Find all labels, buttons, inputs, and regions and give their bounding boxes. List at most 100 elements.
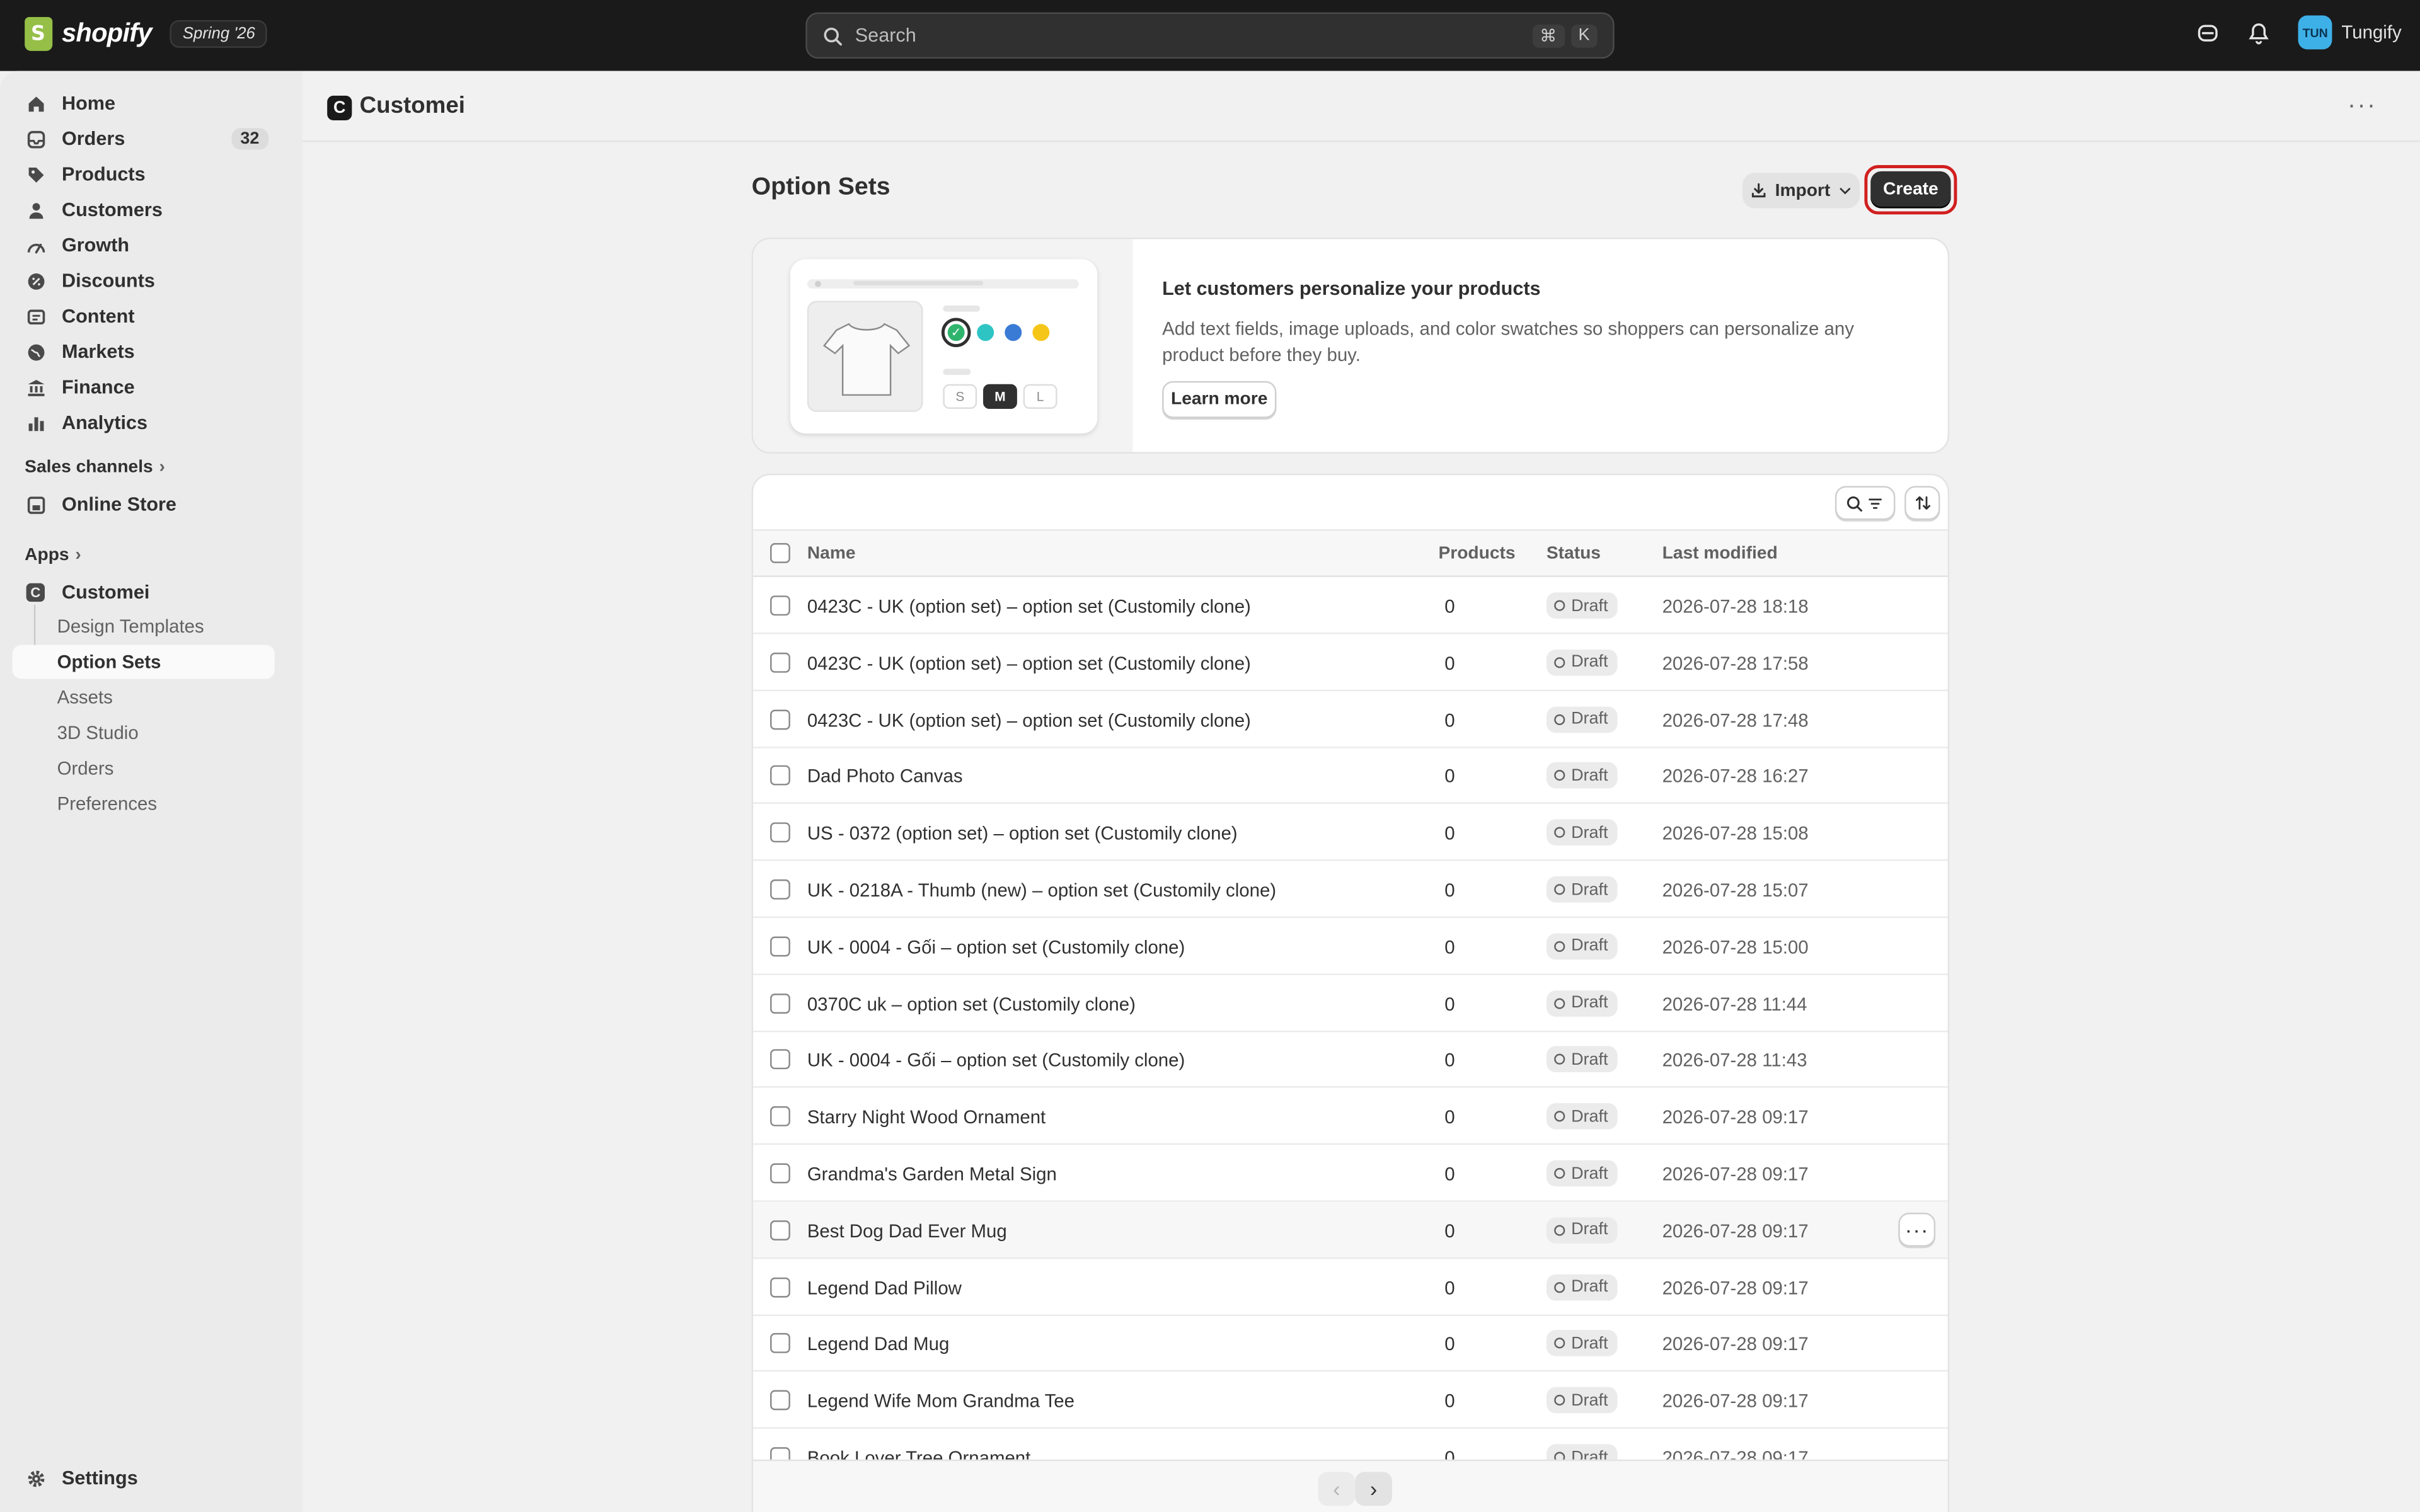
table-row[interactable]: 0423C - UK (option set) – option set (Cu…: [753, 690, 1948, 748]
row-checkbox[interactable]: [770, 879, 790, 900]
sidebar-item-customers[interactable]: Customers: [13, 193, 275, 227]
sidebar-subitem-orders[interactable]: Orders: [13, 752, 275, 786]
last-modified: 2026-07-28 09:17: [1662, 1333, 1809, 1356]
status-label: Draft: [1571, 994, 1608, 1012]
sidebar-item-home[interactable]: Home: [13, 86, 275, 120]
shopify-logo[interactable]: shopify Spring '26: [25, 16, 268, 51]
sidebar-item-label: Growth: [61, 234, 130, 256]
search-filter-button[interactable]: [1835, 486, 1896, 520]
select-all-checkbox[interactable]: [770, 543, 790, 563]
option-set-name[interactable]: Legend Dad Mug: [807, 1334, 949, 1355]
search-input[interactable]: Search ⌘ K: [805, 12, 1615, 59]
row-checkbox[interactable]: [770, 1333, 790, 1354]
option-set-name[interactable]: Best Dog Dad Ever Mug: [807, 1220, 1007, 1242]
sidebar-item-discounts[interactable]: Discounts: [13, 264, 275, 298]
sidebar-item-markets[interactable]: Markets: [13, 335, 275, 369]
row-checkbox[interactable]: [770, 1390, 790, 1411]
sidebar-subitem-option-sets[interactable]: Option Sets: [12, 644, 275, 679]
previous-page-button[interactable]: ‹: [1318, 1472, 1356, 1506]
more-actions-icon[interactable]: ···: [2348, 93, 2377, 120]
table-row[interactable]: UK - 0218A - Thumb (new) – option set (C…: [753, 861, 1948, 919]
size-option-l[interactable]: L: [1023, 384, 1057, 409]
sidebar-item-orders[interactable]: Orders 32: [13, 122, 275, 156]
row-checkbox[interactable]: [770, 822, 790, 843]
swatch-teal[interactable]: [977, 324, 994, 341]
table-row[interactable]: 0423C - UK (option set) – option set (Cu…: [753, 577, 1948, 634]
sales-channels-header[interactable]: Sales channels ›: [25, 458, 165, 476]
row-checkbox[interactable]: [770, 936, 790, 956]
sidebar-item-label: Content: [61, 305, 135, 328]
option-set-name[interactable]: Dad Photo Canvas: [807, 766, 963, 788]
table-row[interactable]: Grandma's Garden Metal Sign 0 Draft 2026-07…: [753, 1145, 1948, 1202]
row-checkbox[interactable]: [770, 1106, 790, 1127]
size-option-s[interactable]: S: [943, 384, 977, 409]
table-row[interactable]: Legend Dad Pillow 0 Draft 2026-07-28 09:17: [753, 1258, 1948, 1316]
sidebar-item-products[interactable]: Products: [13, 158, 275, 192]
row-checkbox[interactable]: [770, 1220, 790, 1240]
swatch-green[interactable]: ✓: [941, 318, 971, 348]
status-ring-icon: [1554, 713, 1565, 725]
table-row[interactable]: 0370C uk – option set (Customily clone) 0…: [753, 975, 1948, 1032]
status-label: Draft: [1571, 766, 1608, 786]
option-set-name[interactable]: 0423C - UK (option set) – option set (Cu…: [807, 595, 1251, 617]
option-set-name[interactable]: 0423C - UK (option set) – option set (Cu…: [807, 652, 1251, 673]
sidebar-item-settings[interactable]: Settings: [13, 1461, 275, 1495]
sort-button[interactable]: [1904, 486, 1940, 520]
table-row[interactable]: US - 0372 (option set) – option set (Cus…: [753, 804, 1948, 862]
import-button[interactable]: Import: [1742, 173, 1860, 209]
row-checkbox[interactable]: [770, 1050, 790, 1070]
next-page-button[interactable]: ›: [1355, 1472, 1392, 1506]
sidebar-item-analytics[interactable]: Analytics: [13, 406, 275, 440]
sidebar-subitem-design-templates[interactable]: Design Templates: [13, 609, 275, 643]
row-actions-button[interactable]: ···: [1898, 1212, 1936, 1247]
option-set-name[interactable]: UK - 0218A - Thumb (new) – option set (C…: [807, 879, 1276, 901]
sidebar-item-content[interactable]: Content: [13, 299, 275, 333]
row-checkbox[interactable]: [770, 595, 790, 616]
table-row[interactable]: Legend Wife Mom Grandma Tee 0 Draft 2026-07…: [753, 1372, 1948, 1429]
table-row[interactable]: Legend Dad Mug 0 Draft 2026-07-28 09:17: [753, 1315, 1948, 1373]
sidebar-item-finance[interactable]: Finance: [13, 370, 275, 404]
option-set-name[interactable]: 0370C uk – option set (Customily clone): [807, 993, 1136, 1014]
table-row[interactable]: UK - 0004 - Gối – option set (Customily …: [753, 918, 1948, 975]
table-row[interactable]: 0423C - UK (option set) – option set (Cu…: [753, 634, 1948, 691]
swatch-yellow[interactable]: [1032, 324, 1050, 341]
sidebar-item-online-store[interactable]: Online Store: [13, 488, 275, 522]
column-status[interactable]: Status: [1547, 544, 1601, 563]
column-products[interactable]: Products: [1438, 544, 1515, 563]
option-set-name[interactable]: Legend Dad Pillow: [807, 1277, 962, 1298]
row-checkbox[interactable]: [770, 1276, 790, 1297]
table-row[interactable]: Dad Photo Canvas 0 Draft 2026-07-28 16:27: [753, 747, 1948, 805]
sidekick-icon[interactable]: [2196, 21, 2220, 44]
sidebar-subitem-preferences[interactable]: Preferences: [13, 787, 275, 821]
row-checkbox[interactable]: [770, 652, 790, 673]
column-last-modified[interactable]: Last modified: [1662, 544, 1778, 563]
bell-icon[interactable]: [2247, 21, 2271, 44]
table-row[interactable]: Best Dog Dad Ever Mug 0 Draft 2026-07-28 09…: [753, 1201, 1948, 1259]
sidebar-item-customei[interactable]: C Customei: [13, 575, 275, 609]
row-checkbox[interactable]: [770, 709, 790, 730]
sidebar-subitem-3d-studio[interactable]: 3D Studio: [13, 716, 275, 750]
option-set-name[interactable]: US - 0372 (option set) – option set (Cus…: [807, 823, 1238, 844]
apps-header[interactable]: Apps ›: [25, 546, 81, 564]
row-checkbox[interactable]: [770, 993, 790, 1013]
option-set-name[interactable]: Starry Night Wood Ornament: [807, 1106, 1046, 1128]
learn-more-button[interactable]: Learn more: [1162, 381, 1277, 418]
size-option-m[interactable]: M: [983, 384, 1017, 409]
option-set-name[interactable]: UK - 0004 - Gối – option set (Customily …: [807, 1050, 1185, 1071]
status-ring-icon: [1554, 1225, 1565, 1236]
table-row[interactable]: Starry Night Wood Ornament 0 Draft 2026-07-…: [753, 1088, 1948, 1145]
sidebar-subitem-assets[interactable]: Assets: [13, 680, 275, 714]
option-set-name[interactable]: Grandma's Garden Metal Sign: [807, 1164, 1057, 1185]
row-checkbox[interactable]: [770, 765, 790, 786]
option-set-name[interactable]: 0423C - UK (option set) – option set (Cu…: [807, 709, 1251, 731]
account-menu[interactable]: TUN Tungify: [2298, 15, 2402, 50]
option-set-name[interactable]: UK - 0004 - Gối – option set (Customily …: [807, 936, 1185, 958]
create-button[interactable]: Create: [1870, 171, 1951, 209]
status-badge: Draft: [1546, 1387, 1618, 1414]
option-set-name[interactable]: Legend Wife Mom Grandma Tee: [807, 1390, 1075, 1412]
swatch-blue[interactable]: [1005, 324, 1022, 341]
table-row[interactable]: UK - 0004 - Gối – option set (Customily …: [753, 1031, 1948, 1089]
sidebar-item-growth[interactable]: Growth: [13, 228, 275, 262]
column-name[interactable]: Name: [807, 544, 856, 563]
row-checkbox[interactable]: [770, 1163, 790, 1184]
